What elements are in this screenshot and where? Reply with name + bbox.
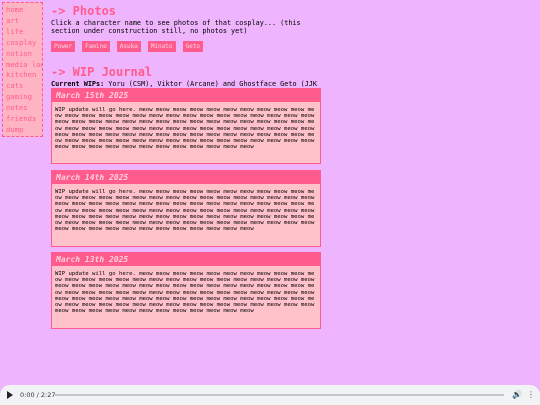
audio-player: 0:00 / 2:27 🔊 ⋮	[0, 385, 540, 405]
more-options-icon[interactable]: ⋮	[527, 390, 535, 399]
journal-entry: March 13th 2025 WIP update will go here.…	[51, 252, 321, 329]
sidebar-item-notion[interactable]: notion	[6, 49, 42, 60]
cosplay-button-famine[interactable]: Famine	[82, 41, 110, 52]
journal-entry-date: March 15th 2025	[52, 89, 320, 102]
sidebar-item-notes[interactable]: notes	[6, 103, 42, 114]
audio-progress-slider[interactable]	[55, 394, 504, 396]
cosplay-button-geto[interactable]: Geto	[182, 41, 203, 52]
cosplay-button-asuka[interactable]: Asuka	[116, 41, 141, 52]
cosplay-button-row: Power Famine Asuka Minato Geto	[51, 41, 321, 53]
sidebar-item-media-log[interactable]: media log	[6, 60, 42, 71]
journal-entry-text: WIP update will go here. meow meow meow …	[55, 107, 315, 151]
sidebar-item-cats[interactable]: cats	[6, 81, 42, 92]
journal-entry: March 15th 2025 WIP update will go here.…	[51, 88, 321, 164]
sidebar-item-dump[interactable]: dump	[6, 125, 42, 136]
sidebar-item-life[interactable]: life	[6, 27, 42, 38]
journal-entry-date: March 14th 2025	[52, 171, 320, 184]
photos-description: Click a character name to see photos of …	[51, 19, 301, 35]
play-icon[interactable]	[7, 391, 13, 399]
sidebar-item-gaming[interactable]: gaming	[6, 92, 42, 103]
current-wips-label: Current WIPs:	[51, 80, 105, 88]
photos-title: -> Photos	[51, 4, 117, 18]
sidebar-item-friends[interactable]: friends	[6, 114, 42, 125]
cosplay-button-minato[interactable]: Minato	[147, 41, 176, 52]
sidebar-item-kitchen[interactable]: kitchen	[6, 70, 42, 81]
journal-entry-text: WIP update will go here. meow meow meow …	[55, 271, 315, 315]
journal-entry-date: March 13th 2025	[52, 253, 320, 266]
volume-icon[interactable]: 🔊	[512, 390, 522, 399]
wip-journal-title: -> WIP Journal	[51, 65, 153, 79]
sidebar-item-art[interactable]: art	[6, 16, 42, 27]
main-content: -> Photos Click a character name to see …	[51, 4, 321, 96]
audio-time: 0:00 / 2:27	[20, 391, 56, 399]
sidebar-nav: home art life cosplay notion media log k…	[2, 2, 43, 137]
sidebar-item-home[interactable]: home	[6, 5, 42, 16]
cosplay-button-power[interactable]: Power	[51, 41, 76, 52]
sidebar-item-cosplay[interactable]: cosplay	[6, 38, 42, 49]
journal-entry-text: WIP update will go here. meow meow meow …	[55, 189, 315, 233]
journal-entry: March 14th 2025 WIP update will go here.…	[51, 170, 321, 247]
